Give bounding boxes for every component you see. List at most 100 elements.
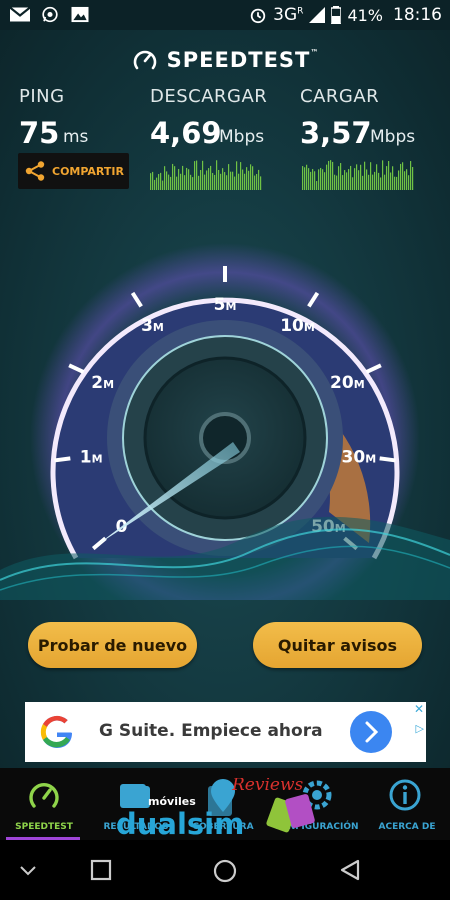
graph-bar xyxy=(238,173,240,190)
svg-text:Reviews: Reviews xyxy=(231,778,304,795)
graph-bar xyxy=(404,171,406,190)
graph-bar xyxy=(192,177,194,190)
ad-close-icon[interactable]: ✕ xyxy=(414,702,424,716)
gmail-icon xyxy=(10,6,30,22)
graph-bar xyxy=(366,169,368,190)
graph-bar xyxy=(210,165,212,190)
graph-bar xyxy=(352,177,354,190)
graph-bar xyxy=(196,160,198,190)
graph-bar xyxy=(240,162,242,190)
graph-bar xyxy=(324,172,326,190)
ad-banner[interactable]: G Suite. Empiece ahora ✕ ▷ xyxy=(25,702,426,762)
graph-bar xyxy=(330,160,332,190)
tab-speedtest[interactable]: SPEEDTEST xyxy=(0,768,88,840)
graph-bar xyxy=(224,172,226,190)
graph-bar xyxy=(172,163,174,190)
tab-about[interactable]: ACERCA DE xyxy=(364,768,450,840)
graph-bar xyxy=(376,164,378,190)
graph-bar xyxy=(378,172,380,190)
app-title: SPEEDTEST™ xyxy=(166,48,320,72)
graph-bar xyxy=(150,173,152,190)
graph-bar xyxy=(338,166,340,190)
graph-bar xyxy=(400,163,402,190)
ad-go-button[interactable] xyxy=(350,711,392,753)
graph-bar xyxy=(232,171,234,190)
graph-bar xyxy=(202,160,204,190)
battery-level: 41% xyxy=(347,5,383,25)
home-icon[interactable] xyxy=(212,858,238,884)
ping-unit: ms xyxy=(63,127,89,147)
dualsim-watermark-logo: móviles dualsim Reviews xyxy=(116,778,315,840)
chevron-down-icon[interactable] xyxy=(18,862,38,878)
graph-bar xyxy=(360,164,362,190)
graph-bar xyxy=(154,179,156,190)
graph-bar xyxy=(318,169,320,190)
graph-bar xyxy=(362,175,364,190)
graph-bar xyxy=(322,169,324,190)
android-nav-bar xyxy=(0,840,450,900)
graph-bar xyxy=(204,174,206,190)
share-button[interactable]: COMPARTIR xyxy=(18,153,129,189)
graph-bar xyxy=(372,174,374,190)
upload-unit: Mbps xyxy=(370,127,416,147)
graph-bar xyxy=(186,167,188,190)
graph-bar xyxy=(246,167,248,190)
graph-bar xyxy=(388,161,390,190)
graph-bar xyxy=(178,169,180,190)
graph-bar xyxy=(250,164,252,190)
graph-bar xyxy=(358,170,360,190)
graph-bar xyxy=(336,175,338,190)
graph-bar xyxy=(254,175,256,190)
graph-bar xyxy=(226,175,228,190)
graph-bar xyxy=(170,176,172,190)
recents-icon[interactable] xyxy=(90,859,112,881)
graph-bar xyxy=(320,167,322,190)
graph-bar xyxy=(230,171,232,190)
graph-bar xyxy=(312,169,314,190)
graph-bar xyxy=(164,166,166,190)
graph-bar xyxy=(308,168,310,190)
back-icon[interactable] xyxy=(338,858,362,882)
graph-bar xyxy=(396,176,398,190)
graph-bar xyxy=(342,175,344,190)
remove-ads-button[interactable]: Quitar avisos xyxy=(253,622,422,668)
ad-info-icon[interactable]: ▷ xyxy=(416,722,424,735)
graph-bar xyxy=(228,164,230,190)
graph-bar xyxy=(382,160,384,190)
graph-bar xyxy=(174,166,176,190)
graph-bar xyxy=(304,167,306,190)
graph-bar xyxy=(310,171,312,190)
graph-bar xyxy=(332,161,334,190)
graph-bar xyxy=(370,162,372,190)
graph-bar xyxy=(410,161,412,190)
share-label: COMPARTIR xyxy=(52,164,124,178)
google-logo-icon xyxy=(40,715,72,748)
signal-icon xyxy=(309,7,326,23)
graph-bar xyxy=(208,168,210,190)
tab-label: SPEEDTEST xyxy=(15,822,73,832)
download-value: 4,69 xyxy=(150,116,222,150)
speed-gauge: 01M2M3M5M10M20M30M50M xyxy=(0,243,450,600)
graph-bar xyxy=(152,171,154,190)
graph-bar xyxy=(394,176,396,190)
graph-bar xyxy=(412,167,414,190)
graph-bar xyxy=(368,174,370,190)
gallery-icon xyxy=(71,6,89,23)
graph-bar xyxy=(326,164,328,190)
graph-bar xyxy=(348,169,350,190)
graph-bar xyxy=(184,175,186,190)
graph-bar xyxy=(214,174,216,190)
arrow-right-icon xyxy=(365,721,379,743)
upload-label: CARGAR xyxy=(300,86,380,107)
upload-value: 3,57 xyxy=(300,116,372,150)
graph-bar xyxy=(234,176,236,190)
speedtest-screen: SPEEDTEST™ PING 75 ms DESCARGAR 4,69 Mbp… xyxy=(0,30,450,768)
graph-bar xyxy=(260,176,262,190)
battery-icon xyxy=(331,6,342,24)
graph-bar xyxy=(188,169,190,190)
graph-bar xyxy=(162,180,164,190)
ping-label: PING xyxy=(19,86,65,107)
graph-bar xyxy=(390,172,392,190)
retry-button[interactable]: Probar de nuevo xyxy=(28,622,197,668)
graph-bar xyxy=(406,169,408,190)
